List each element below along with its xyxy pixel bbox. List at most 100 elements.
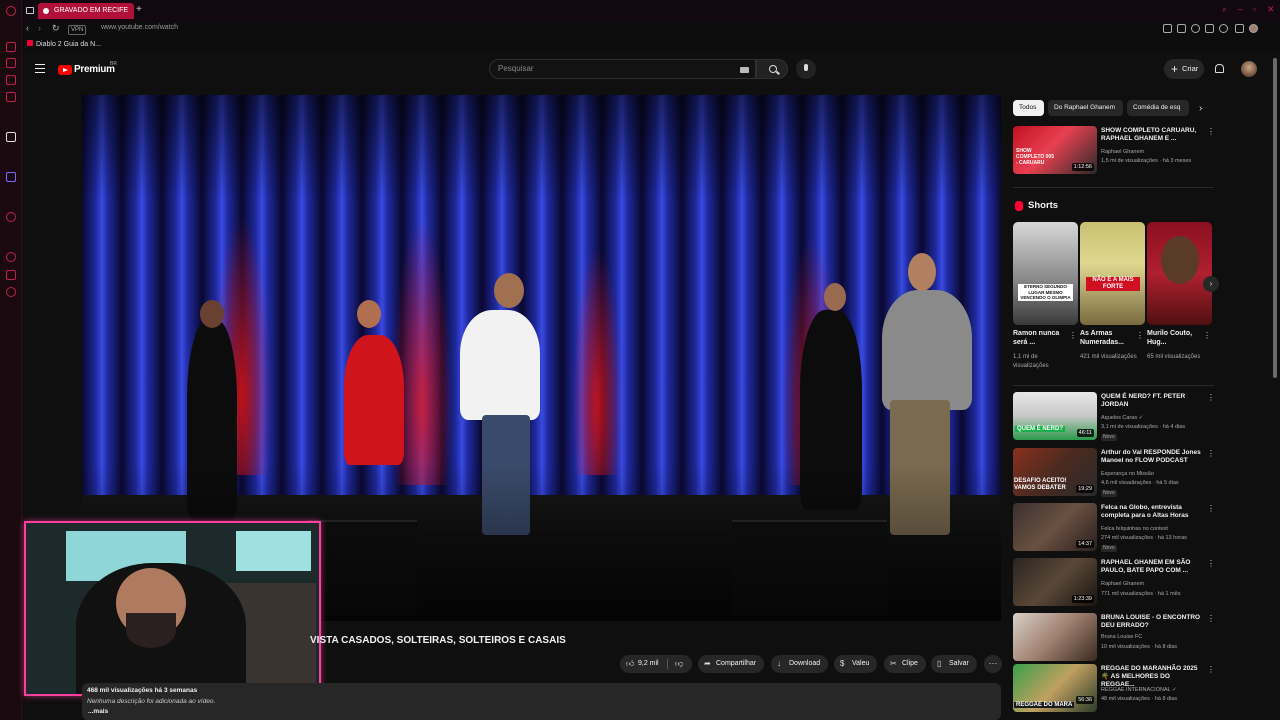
bookmark-icon[interactable] — [1177, 24, 1186, 33]
related-channel[interactable]: Esperança no Missão — [1101, 471, 1154, 478]
thumbs-down-icon[interactable]: 👎︎ — [675, 660, 683, 668]
more-vert-icon[interactable]: ⋮ — [1207, 504, 1215, 513]
search-input[interactable] — [498, 64, 728, 73]
more-vert-icon[interactable]: ⋮ — [1207, 559, 1215, 568]
related-thumbnail[interactable]: QUEM É NERD? 46:11 — [1013, 392, 1097, 440]
chip-channel[interactable]: Do Raphael Ghanem — [1048, 100, 1123, 116]
extensions-icon[interactable] — [1235, 24, 1244, 33]
youtube-logo-icon[interactable] — [58, 65, 72, 75]
more-vert-icon[interactable]: ⋮ — [1207, 127, 1215, 136]
maximize-icon[interactable]: ▫ — [1253, 4, 1256, 14]
related-title[interactable]: Felca na Globo, entrevista completa para… — [1101, 504, 1201, 520]
short-thumbnail[interactable]: ETERNO SEGUNDO LUGAR MESMO VENCENDO O OL… — [1013, 222, 1078, 325]
description-more-link[interactable]: ...mais — [88, 708, 108, 715]
related-channel[interactable]: REGGAE INTERNACIONAL ✓ — [1101, 687, 1177, 694]
related-title[interactable]: BRUNA LOUISE - O ENCONTRO DEU ERRADO? — [1101, 614, 1201, 630]
more-actions-button[interactable]: ··· — [984, 655, 1002, 673]
profile-avatar-icon[interactable] — [1249, 24, 1258, 33]
voice-search-button[interactable] — [796, 59, 816, 79]
more-vert-icon[interactable]: ⋮ — [1136, 331, 1144, 340]
tab-overview-icon[interactable] — [26, 7, 34, 14]
related-channel[interactable]: Raphael Ghanem — [1101, 149, 1144, 156]
share-button[interactable]: ➦ Compartilhar — [698, 655, 765, 673]
thanks-button[interactable]: $ Valeu — [834, 655, 878, 673]
forward-icon[interactable]: › — [38, 23, 41, 33]
snapshot-icon[interactable] — [1163, 24, 1172, 33]
url-field[interactable]: www.youtube.com/watch — [101, 24, 178, 31]
more-vert-icon[interactable]: ⋮ — [1069, 331, 1077, 340]
short-title[interactable]: Murilo Couto, Hug... — [1147, 329, 1205, 347]
sidebar-app-icon[interactable] — [6, 270, 16, 280]
download-button[interactable]: ↓ Download — [771, 655, 829, 673]
chip-all[interactable]: Todos — [1013, 100, 1044, 116]
search-button[interactable] — [756, 59, 788, 79]
save-button[interactable]: ▯ Salvar — [931, 655, 977, 673]
bookmark-item[interactable]: Diablo 2 Guia da N... — [27, 40, 101, 48]
related-thumbnail[interactable] — [1013, 613, 1097, 661]
related-channel[interactable]: Bruna Louise FC — [1101, 634, 1142, 641]
avatar[interactable] — [1241, 61, 1257, 77]
thumbnail-text: REGGAE DO MARA — [1014, 702, 1075, 708]
sidebar-app-icon[interactable] — [6, 92, 16, 102]
related-title[interactable]: Arthur do Val RESPONDE Jones Manoel no F… — [1101, 449, 1201, 465]
guide-menu-icon[interactable] — [35, 64, 45, 73]
reload-icon[interactable]: ↻ — [52, 23, 60, 34]
chevron-right-icon[interactable]: › — [1199, 103, 1202, 114]
related-title[interactable]: REGGAE DO MARANHÃO 2025 🌴 AS MELHORES DO… — [1101, 665, 1201, 689]
more-vert-icon[interactable]: ⋮ — [1207, 614, 1215, 623]
sidebar-app-icon[interactable] — [6, 58, 16, 68]
menu-icon[interactable] — [1264, 24, 1273, 33]
related-thumbnail[interactable]: 1:23:39 — [1013, 558, 1097, 606]
related-title[interactable]: SHOW COMPLETO CARUARU, RAPHAEL GHANEM E … — [1101, 127, 1201, 143]
related-title[interactable]: RAPHAEL GHANEM EM SÃO PAULO, BATE PAPO C… — [1101, 559, 1201, 575]
more-vert-icon[interactable]: ⋮ — [1207, 449, 1215, 458]
twitch-icon[interactable] — [6, 172, 16, 182]
settings-icon[interactable] — [6, 287, 16, 297]
related-thumbnail[interactable]: DESAFIO ACEITO! VAMOS DEBATER 19:29 — [1013, 448, 1097, 496]
like-button[interactable]: 👍︎ 9,2 mil 👎︎ — [620, 655, 692, 673]
related-thumbnail[interactable]: SHOW COMPLETO 005 - CARUARU 1:12:56 — [1013, 126, 1097, 174]
related-title[interactable]: QUEM É NERD? FT. PETER JORDAN — [1101, 393, 1201, 409]
aria-icon[interactable] — [6, 132, 16, 142]
history-icon[interactable] — [6, 252, 16, 262]
more-vert-icon[interactable]: ⋮ — [1207, 665, 1215, 674]
notifications-bell-icon[interactable] — [1215, 64, 1224, 73]
short-title[interactable]: Ramon nunca será ... — [1013, 329, 1071, 347]
create-button[interactable]: + Criar — [1164, 59, 1204, 79]
yt-logo-text[interactable]: Premium — [74, 64, 115, 75]
sidebar-app-icon[interactable] — [6, 212, 16, 222]
related-thumbnail[interactable]: REGGAE DO MARA 56:36 — [1013, 664, 1097, 712]
related-channel[interactable]: Aqueles Caras ✓ — [1101, 415, 1143, 422]
address-bar — [22, 22, 1280, 38]
description-box[interactable] — [82, 683, 1001, 720]
chip-category[interactable]: Comédia de esq — [1127, 100, 1189, 116]
opera-logo-icon[interactable] — [6, 6, 16, 16]
tab-active[interactable]: GRAVADO EM RECIFE — [38, 3, 134, 19]
search-tabs-icon[interactable]: ⌕ — [1222, 4, 1227, 15]
related-channel[interactable]: Felca felquinhas no context — [1101, 526, 1168, 533]
send-icon[interactable] — [1205, 24, 1214, 33]
back-icon[interactable]: ‹ — [26, 23, 29, 33]
short-thumbnail[interactable] — [1147, 222, 1212, 325]
close-window-icon[interactable]: ✕ — [1267, 4, 1275, 15]
heart-icon[interactable] — [1219, 24, 1228, 33]
search-box[interactable] — [489, 59, 756, 79]
related-channel[interactable]: Raphael Ghanem — [1101, 581, 1144, 588]
thumbnail-text: NÃO É A MAIS FORTE — [1086, 277, 1140, 291]
vpn-badge[interactable]: VPN — [68, 25, 87, 35]
keyboard-icon[interactable] — [740, 67, 749, 73]
sidebar-app-icon[interactable] — [6, 75, 16, 85]
short-thumbnail[interactable]: NÃO É A MAIS FORTE — [1080, 222, 1145, 325]
minimize-icon[interactable]: – — [1238, 4, 1243, 14]
chevron-right-icon[interactable]: › — [1203, 276, 1219, 292]
sidebar-app-icon[interactable] — [6, 42, 16, 52]
short-title[interactable]: As Armas Numeradas... — [1080, 329, 1138, 347]
page-scrollbar[interactable] — [1273, 58, 1277, 378]
new-tab-button[interactable]: + — [136, 4, 142, 15]
new-badge: Novo — [1101, 545, 1117, 552]
more-vert-icon[interactable]: ⋮ — [1203, 331, 1211, 340]
related-thumbnail[interactable]: 14:37 — [1013, 503, 1097, 551]
more-vert-icon[interactable]: ⋮ — [1207, 393, 1215, 402]
shield-icon[interactable] — [1191, 24, 1200, 33]
clip-button[interactable]: ✂ Clipe — [884, 655, 926, 673]
